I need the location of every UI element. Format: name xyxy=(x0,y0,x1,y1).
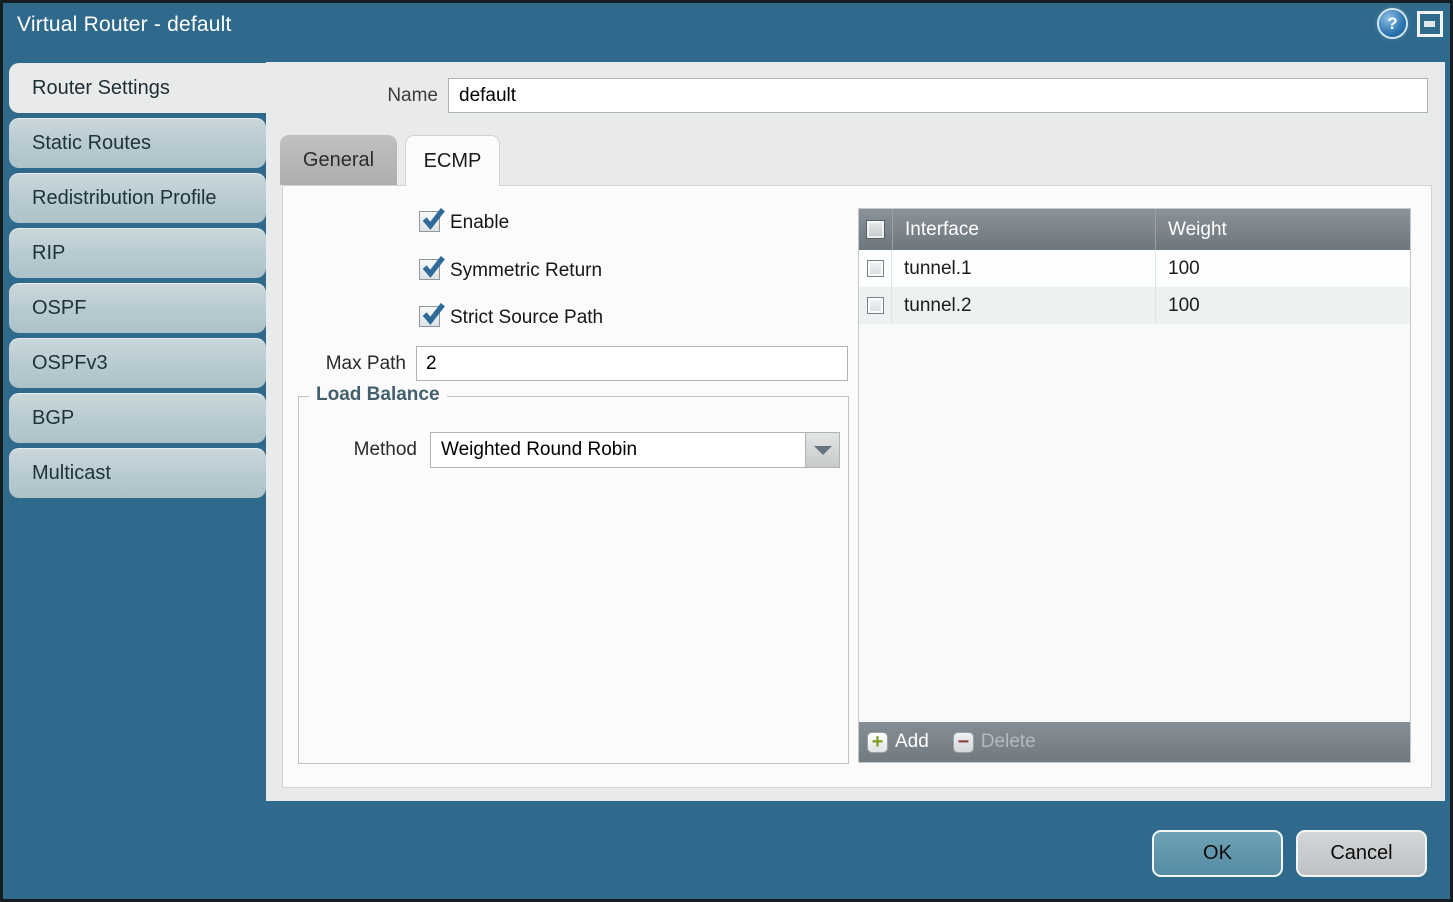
method-select[interactable]: Weighted Round Robin xyxy=(430,432,840,468)
delete-button[interactable]: − Delete xyxy=(953,731,1036,753)
add-button[interactable]: + Add xyxy=(867,731,929,753)
column-header-weight: Weight xyxy=(1155,209,1410,250)
ok-button[interactable]: OK xyxy=(1152,830,1283,877)
table-row[interactable]: tunnel.1 100 xyxy=(859,250,1410,287)
check-icon xyxy=(421,301,446,326)
cancel-button[interactable]: Cancel xyxy=(1296,830,1427,877)
symmetric-return-checkbox[interactable] xyxy=(419,259,440,280)
symmetric-return-label: Symmetric Return xyxy=(450,259,602,282)
check-icon xyxy=(421,254,446,279)
sidebar-item-router-settings[interactable]: Router Settings xyxy=(9,63,266,113)
method-label: Method xyxy=(319,432,417,468)
method-selected-value: Weighted Round Robin xyxy=(441,433,637,467)
table-header: Interface Weight xyxy=(859,209,1410,250)
name-input[interactable] xyxy=(448,78,1428,113)
minus-icon: − xyxy=(953,732,974,753)
cell-weight: 100 xyxy=(1155,287,1410,324)
load-balance-group: Load Balance Method Weighted Round Robin xyxy=(298,396,849,764)
dialog-title: Virtual Router - default xyxy=(17,13,232,37)
sidebar-item-static-routes[interactable]: Static Routes xyxy=(9,118,266,168)
strict-source-path-checkbox[interactable] xyxy=(419,306,440,327)
max-path-label: Max Path xyxy=(283,346,406,381)
ecmp-tab-panel: Enable Symmetric Return Strict Source Pa… xyxy=(282,185,1432,788)
tab-general[interactable]: General xyxy=(280,135,397,185)
sidebar-item-rip[interactable]: RIP xyxy=(9,228,266,278)
cell-interface: tunnel.1 xyxy=(892,250,1155,287)
cell-weight: 100 xyxy=(1155,250,1410,287)
table-row[interactable]: tunnel.2 100 xyxy=(859,287,1410,324)
sidebar-item-ospfv3[interactable]: OSPFv3 xyxy=(9,338,266,388)
check-icon xyxy=(421,206,446,231)
strict-source-path-label: Strict Source Path xyxy=(450,306,603,329)
tab-ecmp[interactable]: ECMP xyxy=(405,135,500,186)
max-path-input[interactable] xyxy=(416,346,848,381)
sidebar-item-ospf[interactable]: OSPF xyxy=(9,283,266,333)
help-icon[interactable]: ? xyxy=(1379,10,1406,37)
column-header-interface: Interface xyxy=(892,209,1155,250)
select-all-checkbox[interactable] xyxy=(866,220,885,239)
interface-table: Interface Weight tunnel.1 100 tunnel.2 1… xyxy=(858,208,1411,763)
row-checkbox[interactable] xyxy=(867,260,884,277)
row-checkbox[interactable] xyxy=(867,297,884,314)
virtual-router-dialog: Virtual Router - default ? Router Settin… xyxy=(0,0,1453,902)
window-restore-icon[interactable] xyxy=(1417,11,1443,37)
cell-interface: tunnel.2 xyxy=(892,287,1155,324)
name-label: Name xyxy=(330,78,438,113)
load-balance-legend: Load Balance xyxy=(309,384,447,406)
window-restore-icon-bar xyxy=(1424,21,1435,27)
enable-checkbox[interactable] xyxy=(419,211,440,232)
enable-label: Enable xyxy=(450,211,509,234)
table-footer: + Add − Delete xyxy=(859,722,1410,762)
plus-icon: + xyxy=(867,732,888,753)
chevron-down-icon[interactable] xyxy=(805,433,839,467)
sidebar: Router Settings Static Routes Redistribu… xyxy=(9,63,266,503)
sidebar-item-multicast[interactable]: Multicast xyxy=(9,448,266,498)
sidebar-item-bgp[interactable]: BGP xyxy=(9,393,266,443)
sidebar-item-redistribution-profile[interactable]: Redistribution Profile xyxy=(9,173,266,223)
